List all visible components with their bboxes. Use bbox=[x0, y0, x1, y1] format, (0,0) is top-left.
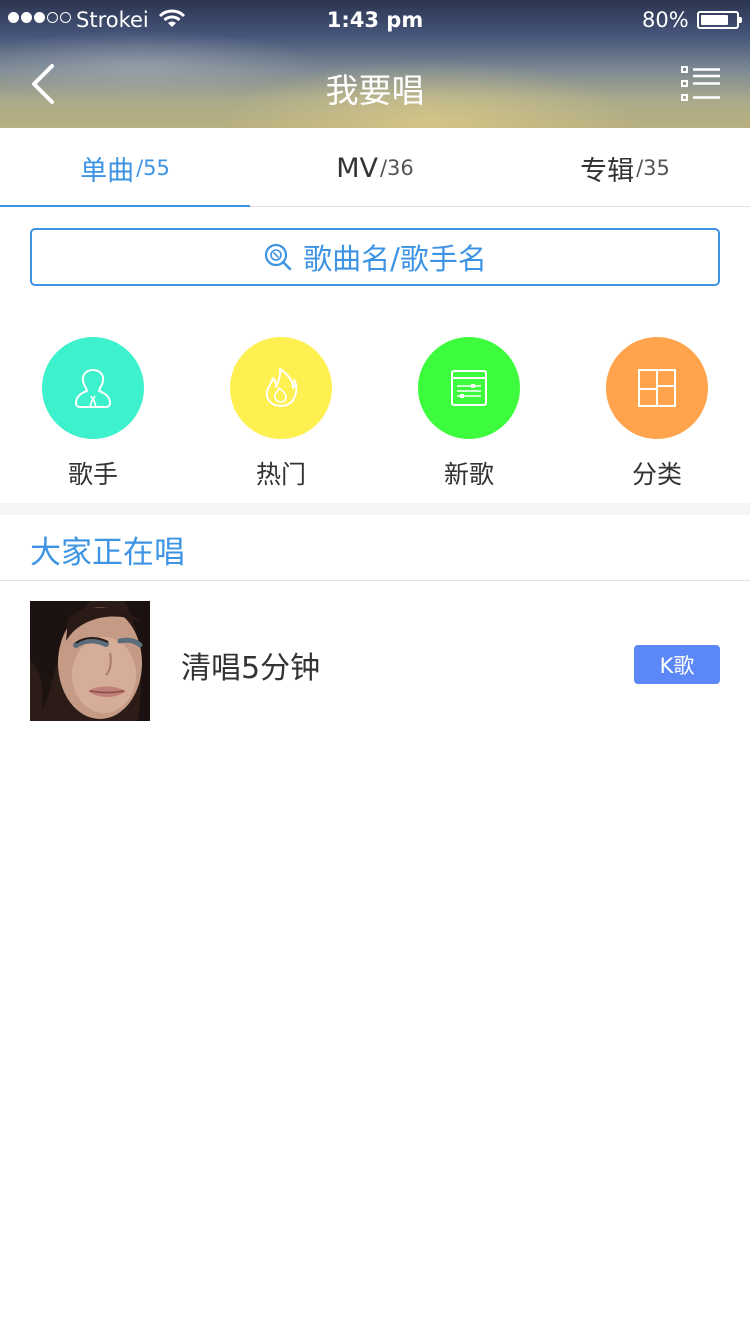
category-classification[interactable]: 分类 bbox=[606, 337, 708, 491]
hot-circle bbox=[230, 337, 332, 439]
category-classification-label: 分类 bbox=[631, 460, 682, 489]
singer-circle bbox=[42, 337, 144, 439]
list-item[interactable]: 清唱5分钟 K歌 bbox=[0, 581, 750, 741]
category-singer-label: 歌手 bbox=[67, 460, 118, 489]
song-thumbnail bbox=[30, 601, 150, 721]
battery-icon bbox=[697, 11, 742, 29]
tab-mv-label: MV bbox=[336, 152, 378, 184]
karaoke-button[interactable]: K歌 bbox=[634, 645, 720, 684]
status-bar: Strokei 1:43 pm 80% bbox=[0, 0, 750, 40]
classification-circle bbox=[606, 337, 708, 439]
page-title: 我要唱 bbox=[325, 71, 425, 110]
tab-singles-count: /55 bbox=[136, 156, 170, 180]
tab-albums[interactable]: 专辑/35 bbox=[500, 128, 750, 206]
search-placeholder: 歌曲名/歌手名 bbox=[303, 242, 487, 276]
list-menu-button[interactable] bbox=[680, 64, 722, 104]
tab-mv[interactable]: MV/36 bbox=[250, 128, 500, 206]
battery-percentage: 80% bbox=[642, 8, 689, 32]
tab-bar: 单曲/55 MV/36 专辑/35 bbox=[0, 128, 750, 207]
singer-icon bbox=[75, 369, 111, 408]
search-icon bbox=[265, 243, 292, 271]
tab-singles[interactable]: 单曲/55 bbox=[0, 128, 250, 207]
flame-icon bbox=[265, 368, 298, 407]
category-hot[interactable]: 热门 bbox=[230, 337, 332, 491]
tab-albums-count: /35 bbox=[636, 156, 670, 180]
tab-mv-count: /36 bbox=[379, 156, 414, 180]
category-hot-label: 热门 bbox=[255, 460, 306, 489]
category-new-songs[interactable]: 新歌 bbox=[418, 337, 520, 491]
song-title: 清唱5分钟 bbox=[181, 651, 321, 686]
tab-singles-label: 单曲 bbox=[80, 155, 135, 187]
tab-albums-label: 专辑 bbox=[580, 155, 635, 187]
new-songs-icon bbox=[451, 370, 487, 406]
section-title: 大家正在唱 bbox=[30, 535, 185, 571]
status-time: 1:43 pm bbox=[326, 8, 424, 32]
section-divider bbox=[0, 503, 750, 515]
new-songs-circle bbox=[418, 337, 520, 439]
search-input[interactable]: 歌曲名/歌手名 bbox=[30, 228, 720, 286]
grid-icon bbox=[638, 369, 676, 407]
header: Strokei 1:43 pm 80% 我要唱 bbox=[0, 0, 750, 128]
category-singer[interactable]: 歌手 bbox=[42, 337, 144, 491]
category-new-songs-label: 新歌 bbox=[443, 460, 494, 489]
